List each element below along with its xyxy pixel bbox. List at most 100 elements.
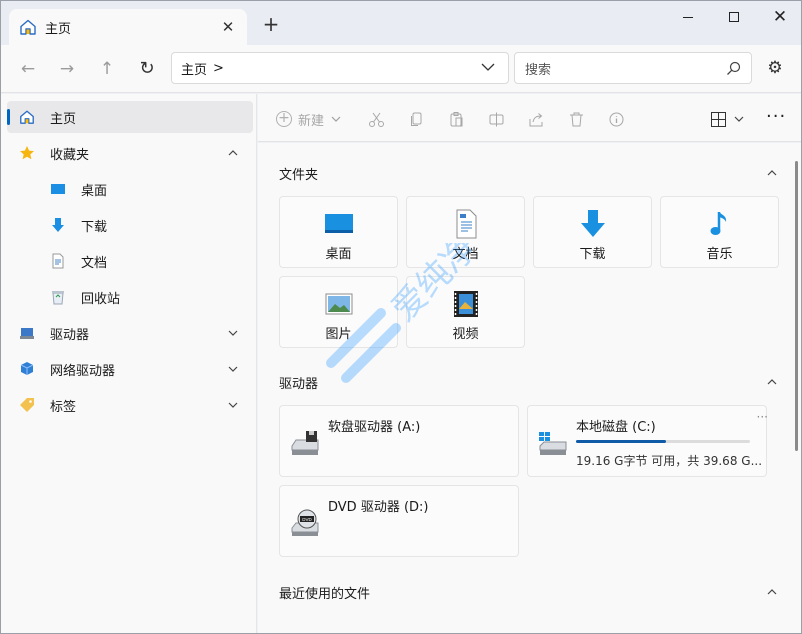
- sidebar-item-drives[interactable]: 驱动器: [7, 317, 253, 349]
- drive-name: 软盘驱动器 (A:): [328, 420, 421, 435]
- folder-tile-documents[interactable]: 文档: [406, 196, 525, 268]
- folder-label: 音乐: [706, 247, 733, 262]
- folder-label: 下载: [579, 247, 606, 262]
- sidebar-item-label: 文档: [81, 255, 108, 271]
- sidebar-item-favorites[interactable]: 收藏夹: [7, 137, 253, 169]
- sidebar-item-network-drives[interactable]: 网络驱动器: [7, 353, 253, 385]
- folder-tile-desktop[interactable]: 桌面: [279, 196, 398, 268]
- sidebar-item-tags[interactable]: 标签: [7, 389, 253, 421]
- maximize-button[interactable]: [711, 1, 757, 35]
- maximize-icon: [729, 12, 739, 22]
- chevron-down-icon[interactable]: [227, 327, 239, 339]
- folder-tile-downloads[interactable]: 下载: [533, 196, 652, 268]
- up-button[interactable]: ↑: [95, 57, 119, 81]
- command-bar: + 新建 ···: [258, 94, 801, 142]
- cut-icon: [369, 112, 384, 127]
- sidebar-item-documents[interactable]: 文档: [7, 245, 253, 277]
- drive-tile-dvd[interactable]: DVD DVD 驱动器 (D:): [279, 485, 519, 557]
- share-button[interactable]: [528, 108, 545, 130]
- folder-tile-pictures[interactable]: 图片: [279, 276, 398, 348]
- sidebar-item-label: 下载: [81, 219, 108, 235]
- drive-icon: [19, 325, 35, 341]
- navigation-pane: 主页 收藏夹 桌面 下载 文档 回收站 驱动器 网络驱动器 标签: [1, 94, 257, 633]
- forward-button[interactable]: →: [55, 57, 79, 81]
- chevron-up-icon[interactable]: [766, 167, 778, 179]
- properties-button[interactable]: [608, 108, 625, 130]
- drive-usage-bar: [576, 440, 750, 443]
- share-icon: [529, 112, 543, 126]
- sidebar-item-label: 网络驱动器: [50, 363, 116, 379]
- rename-button[interactable]: [488, 108, 505, 130]
- minimize-button[interactable]: [665, 1, 711, 35]
- home-icon: [19, 109, 35, 125]
- chevron-up-icon[interactable]: [766, 586, 778, 598]
- tab-title: 主页: [45, 21, 72, 37]
- desktop-icon: [325, 214, 353, 233]
- paste-icon: [450, 111, 463, 126]
- sidebar-item-label: 驱动器: [50, 327, 90, 343]
- settings-gear-icon[interactable]: ⚙: [765, 58, 785, 78]
- paste-button[interactable]: [448, 108, 465, 130]
- folder-label: 视频: [452, 327, 479, 342]
- plus-circle-icon: +: [276, 111, 292, 127]
- address-bar[interactable]: 主页 >: [171, 52, 509, 84]
- drive-free-space: 19.16 G字节 可用，共 39.68 G...: [576, 454, 763, 468]
- dvd-drive-icon: DVD: [291, 509, 319, 536]
- sidebar-item-downloads[interactable]: 下载: [7, 209, 253, 241]
- folder-label: 图片: [325, 327, 352, 342]
- minimize-icon: [683, 16, 693, 18]
- home-content: 文件夹 桌面 文档 下载 音乐 图片 视频 驱动器 软盘驱动器 (A:) 本地磁…: [258, 143, 801, 633]
- new-button[interactable]: + 新建: [276, 108, 342, 130]
- vertical-scrollbar[interactable]: [795, 161, 798, 451]
- chevron-down-icon[interactable]: [227, 363, 239, 375]
- document-icon: [50, 253, 66, 269]
- chevron-up-icon[interactable]: [227, 147, 239, 159]
- drive-more-button[interactable]: ···: [757, 410, 768, 424]
- layout-icon: [711, 111, 726, 127]
- document-icon: [456, 209, 477, 239]
- local-disk-icon: [539, 432, 567, 455]
- search-icon[interactable]: [726, 61, 741, 76]
- folders-section-title[interactable]: 文件夹: [279, 164, 318, 183]
- drives-section-title[interactable]: 驱动器: [279, 373, 318, 392]
- new-button-label: 新建: [298, 113, 325, 129]
- pictures-icon: [325, 293, 353, 315]
- music-icon: [710, 212, 727, 235]
- sidebar-item-recycle-bin[interactable]: 回收站: [7, 281, 253, 313]
- sidebar-item-label: 标签: [50, 399, 77, 415]
- view-layout-button[interactable]: [710, 108, 745, 130]
- folder-tile-videos[interactable]: 视频: [406, 276, 525, 348]
- folder-label: 文档: [452, 247, 479, 262]
- sidebar-item-label: 回收站: [81, 291, 121, 307]
- refresh-button[interactable]: ↻: [135, 57, 159, 81]
- drive-usage-fill: [576, 440, 666, 443]
- cut-button[interactable]: [368, 108, 385, 130]
- chevron-down-icon[interactable]: [227, 399, 239, 411]
- sidebar-item-label: 主页: [50, 111, 77, 127]
- copy-button[interactable]: [408, 108, 425, 130]
- title-bar: 主页 ✕ + ✕: [1, 1, 801, 45]
- tab-close-button[interactable]: ✕: [219, 18, 237, 36]
- sidebar-item-desktop[interactable]: 桌面: [7, 173, 253, 205]
- drive-name: DVD 驱动器 (D:): [328, 500, 429, 515]
- file-explorer-window: 主页 ✕ + ✕ ← → ↑ ↻ 主页 > 搜索 ⚙ 主页 收藏夹 桌面 下载 …: [0, 0, 802, 634]
- folder-tile-music[interactable]: 音乐: [660, 196, 779, 268]
- more-options-button[interactable]: ···: [766, 105, 786, 127]
- drive-tile-local-disk-c[interactable]: 本地磁盘 (C:) 19.16 G字节 可用，共 39.68 G... ···: [527, 405, 768, 477]
- tag-icon: [19, 397, 35, 413]
- tab-home[interactable]: 主页 ✕: [9, 9, 247, 45]
- recent-files-section-title[interactable]: 最近使用的文件: [279, 583, 370, 602]
- drive-tile-floppy[interactable]: 软盘驱动器 (A:): [279, 405, 519, 477]
- chevron-down-icon[interactable]: [480, 59, 496, 75]
- breadcrumb-separator[interactable]: >: [213, 61, 224, 76]
- new-tab-button[interactable]: +: [261, 14, 281, 35]
- search-input[interactable]: 搜索: [514, 52, 752, 84]
- close-window-button[interactable]: ✕: [757, 1, 801, 35]
- chevron-up-icon[interactable]: [766, 376, 778, 388]
- breadcrumb-home[interactable]: 主页: [181, 59, 207, 78]
- sidebar-item-home[interactable]: 主页: [7, 101, 253, 133]
- info-icon: [609, 112, 624, 126]
- chevron-down-icon: [734, 116, 744, 122]
- back-button[interactable]: ←: [16, 57, 40, 81]
- delete-button[interactable]: [568, 108, 585, 130]
